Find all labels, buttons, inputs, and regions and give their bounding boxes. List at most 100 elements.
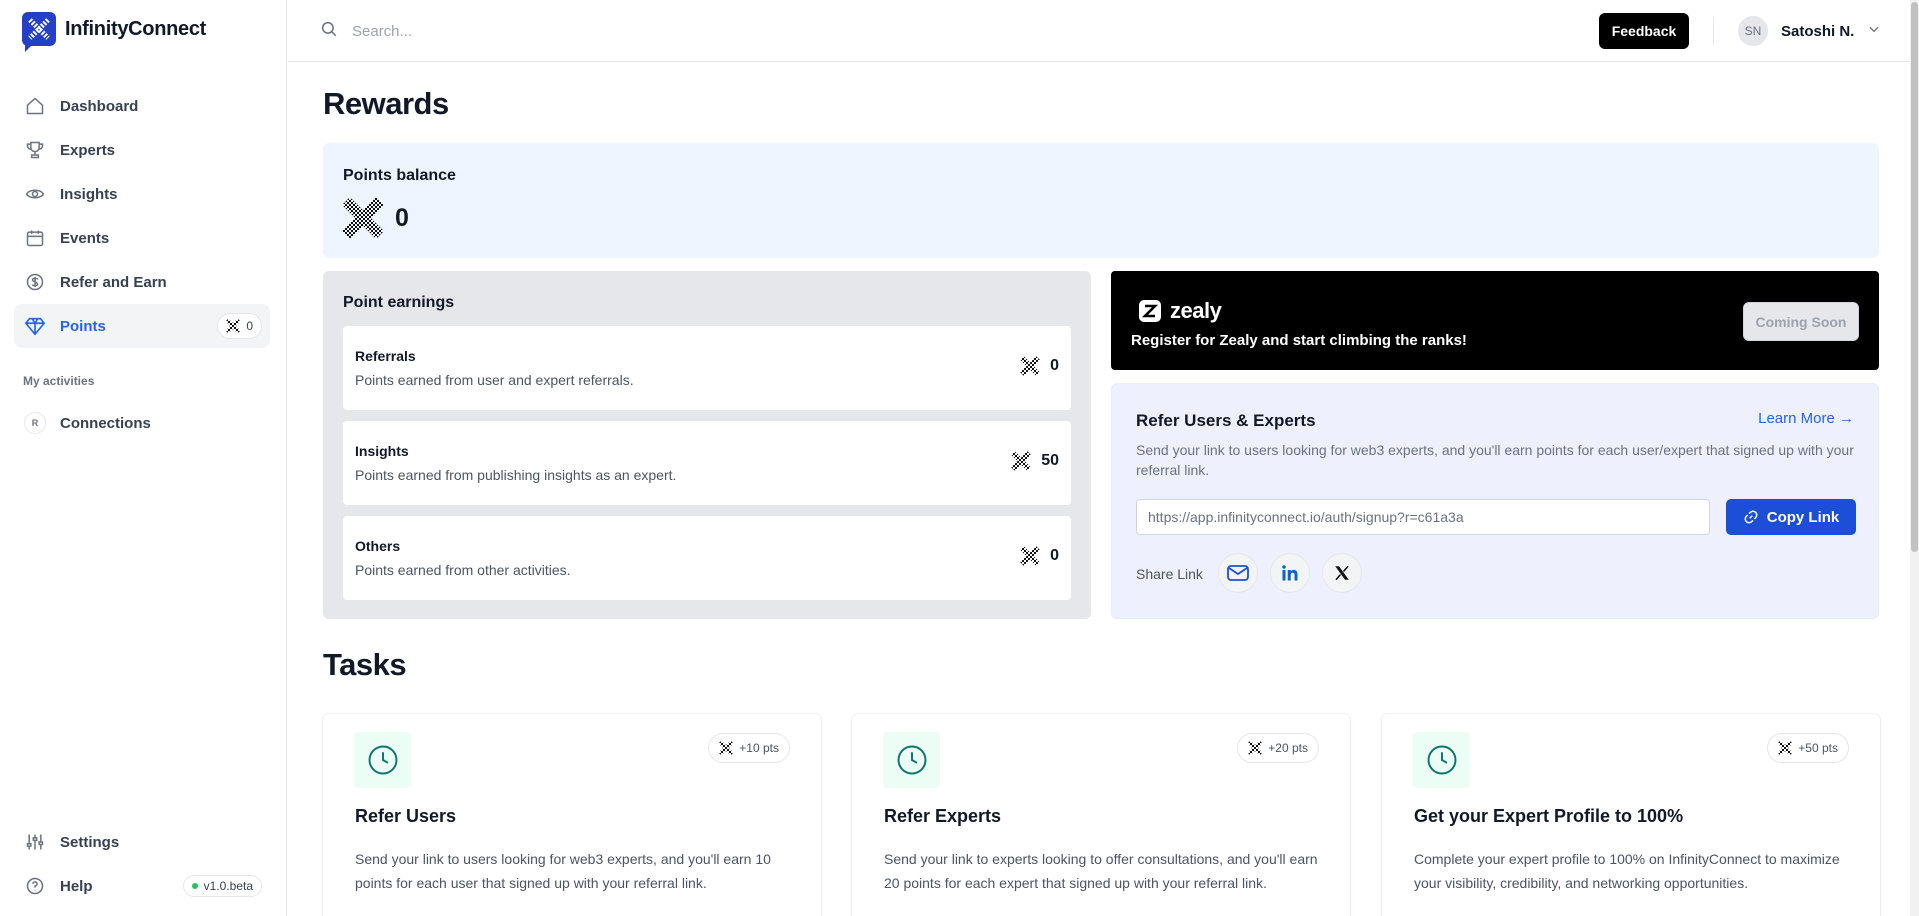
sidebar-item-label: Experts (60, 141, 116, 159)
clock-icon (354, 732, 411, 788)
connections-icon: R (24, 412, 46, 434)
zealy-logo: zealy (1138, 298, 1222, 324)
earning-item-others: Others Points earned from other activiti… (343, 516, 1071, 600)
zealy-icon (1139, 300, 1161, 322)
sidebar-item-points[interactable]: Points 0 (14, 304, 270, 348)
sidebar-item-insights[interactable]: Insights (14, 172, 270, 216)
task-points: +50 pts (1798, 741, 1838, 755)
sidebar-item-label: Settings (60, 833, 120, 851)
task-card-refer-experts[interactable]: +20 pts Refer Experts Send your link to … (852, 714, 1350, 916)
version-badge: v1.0.beta (182, 875, 262, 897)
home-icon (24, 95, 46, 117)
top-header: Feedback SN Satoshi N. (288, 0, 1919, 62)
clock-icon (1413, 732, 1470, 788)
referral-link-input[interactable] (1136, 499, 1710, 535)
eye-icon (24, 183, 46, 205)
earning-value: 0 (1050, 547, 1059, 564)
task-points: +10 pts (739, 741, 779, 755)
points-balance-card: Points balance 0 (323, 143, 1879, 258)
earning-title: Referrals (355, 348, 416, 364)
search-bar (320, 20, 752, 43)
clock-icon (883, 732, 940, 788)
diamond-icon (24, 315, 46, 337)
task-desc: Send your link to users looking for web3… (355, 851, 771, 891)
app-logo[interactable]: InfinityConnect (22, 12, 207, 52)
status-dot (191, 883, 198, 889)
sidebar-item-dashboard[interactable]: Dashboard (14, 84, 270, 128)
points-icon (1020, 546, 1040, 566)
earning-desc: Points earned from publishing insights a… (355, 467, 677, 483)
copy-link-label: Copy Link (1766, 508, 1840, 526)
sidebar-item-label: Insights (60, 185, 118, 203)
task-points: +20 pts (1268, 741, 1308, 755)
page-title: Rewards (323, 86, 449, 121)
points-balance-label: Points balance (343, 167, 456, 184)
page-scrollbar[interactable] (1910, 0, 1919, 916)
points-balance-value: 0 (395, 203, 409, 232)
zealy-banner: zealy Register for Zealy and start climb… (1111, 271, 1879, 370)
point-earnings-title: Point earnings (343, 294, 455, 311)
earning-item-referrals: Referrals Points earned from user and ex… (343, 326, 1071, 410)
search-input[interactable] (352, 23, 752, 40)
sidebar-item-experts[interactable]: Experts (14, 128, 270, 172)
sidebar-item-label: Points (60, 317, 106, 335)
user-menu[interactable]: SN Satoshi N. (1738, 16, 1881, 46)
sidebar-item-refer-and-earn[interactable]: Refer and Earn (14, 260, 270, 304)
dollar-icon (24, 271, 46, 293)
points-icon (1248, 741, 1263, 755)
task-desc: Complete your expert profile to 100% on … (1414, 851, 1840, 891)
points-badge: 0 (217, 313, 262, 339)
earning-desc: Points earned from other activities. (355, 562, 571, 578)
share-email-button[interactable] (1218, 553, 1258, 593)
points-icon (1011, 451, 1031, 471)
link-icon (1744, 510, 1758, 524)
sidebar-item-label: Connections (60, 414, 151, 432)
avatar: SN (1738, 16, 1768, 46)
sidebar-item-connections[interactable]: R Connections (14, 401, 270, 445)
version-label: v1.0.beta (203, 879, 253, 893)
sidebar-item-label: Help (60, 877, 93, 895)
points-icon (343, 198, 383, 238)
task-points-badge: +50 pts (1767, 733, 1849, 763)
share-x-button[interactable] (1322, 553, 1362, 593)
feedback-button[interactable]: Feedback (1599, 13, 1689, 49)
task-card-expert-profile[interactable]: +50 pts Get your Expert Profile to 100% … (1382, 714, 1880, 916)
calendar-icon (24, 227, 46, 249)
sidebar-item-label: Refer and Earn (60, 273, 167, 291)
zealy-brand: zealy (1170, 298, 1222, 323)
chevron-down-icon (1867, 22, 1881, 41)
task-title: Refer Experts (884, 806, 1002, 826)
header-divider (1713, 17, 1714, 45)
copy-link-button[interactable]: Copy Link (1726, 499, 1856, 535)
task-points-badge: +20 pts (1237, 733, 1319, 763)
earning-title: Others (355, 538, 401, 554)
points-icon (1778, 741, 1793, 755)
search-icon (320, 20, 338, 43)
task-points-badge: +10 pts (708, 733, 790, 763)
sidebar-item-label: Events (60, 229, 110, 247)
share-linkedin-button[interactable] (1270, 553, 1310, 593)
trophy-icon (24, 139, 46, 161)
help-icon (24, 875, 46, 897)
earning-item-insights: Insights Points earned from publishing i… (343, 421, 1071, 505)
linkedin-icon (1282, 565, 1298, 581)
task-card-refer-users[interactable]: +10 pts Refer Users Send your link to us… (323, 714, 821, 916)
coming-soon-button[interactable]: Coming Soon (1743, 302, 1859, 341)
points-icon (226, 319, 241, 333)
points-icon (1020, 356, 1040, 376)
sidebar-nav: Dashboard Experts Insights Events Refer … (14, 84, 270, 348)
earning-title: Insights (355, 443, 409, 459)
sidebar-item-label: Dashboard (60, 97, 139, 115)
task-title: Get your Expert Profile to 100% (1414, 806, 1684, 826)
earning-value: 0 (1050, 357, 1059, 374)
sidebar-item-help[interactable]: Help v1.0.beta (14, 864, 270, 908)
scrollbar-thumb[interactable] (1911, 2, 1918, 552)
refer-users-experts-card: Refer Users & Experts Learn More → Send … (1111, 383, 1879, 619)
refer-title: Refer Users & Experts (1136, 411, 1316, 430)
app-name: InfinityConnect (65, 17, 207, 40)
sidebar-item-settings[interactable]: Settings (14, 820, 270, 864)
user-name: Satoshi N. (1781, 22, 1855, 40)
learn-more-link[interactable]: Learn More → (1758, 410, 1854, 427)
zealy-text: Register for Zealy and start climbing th… (1131, 332, 1467, 349)
sidebar-item-events[interactable]: Events (14, 216, 270, 260)
